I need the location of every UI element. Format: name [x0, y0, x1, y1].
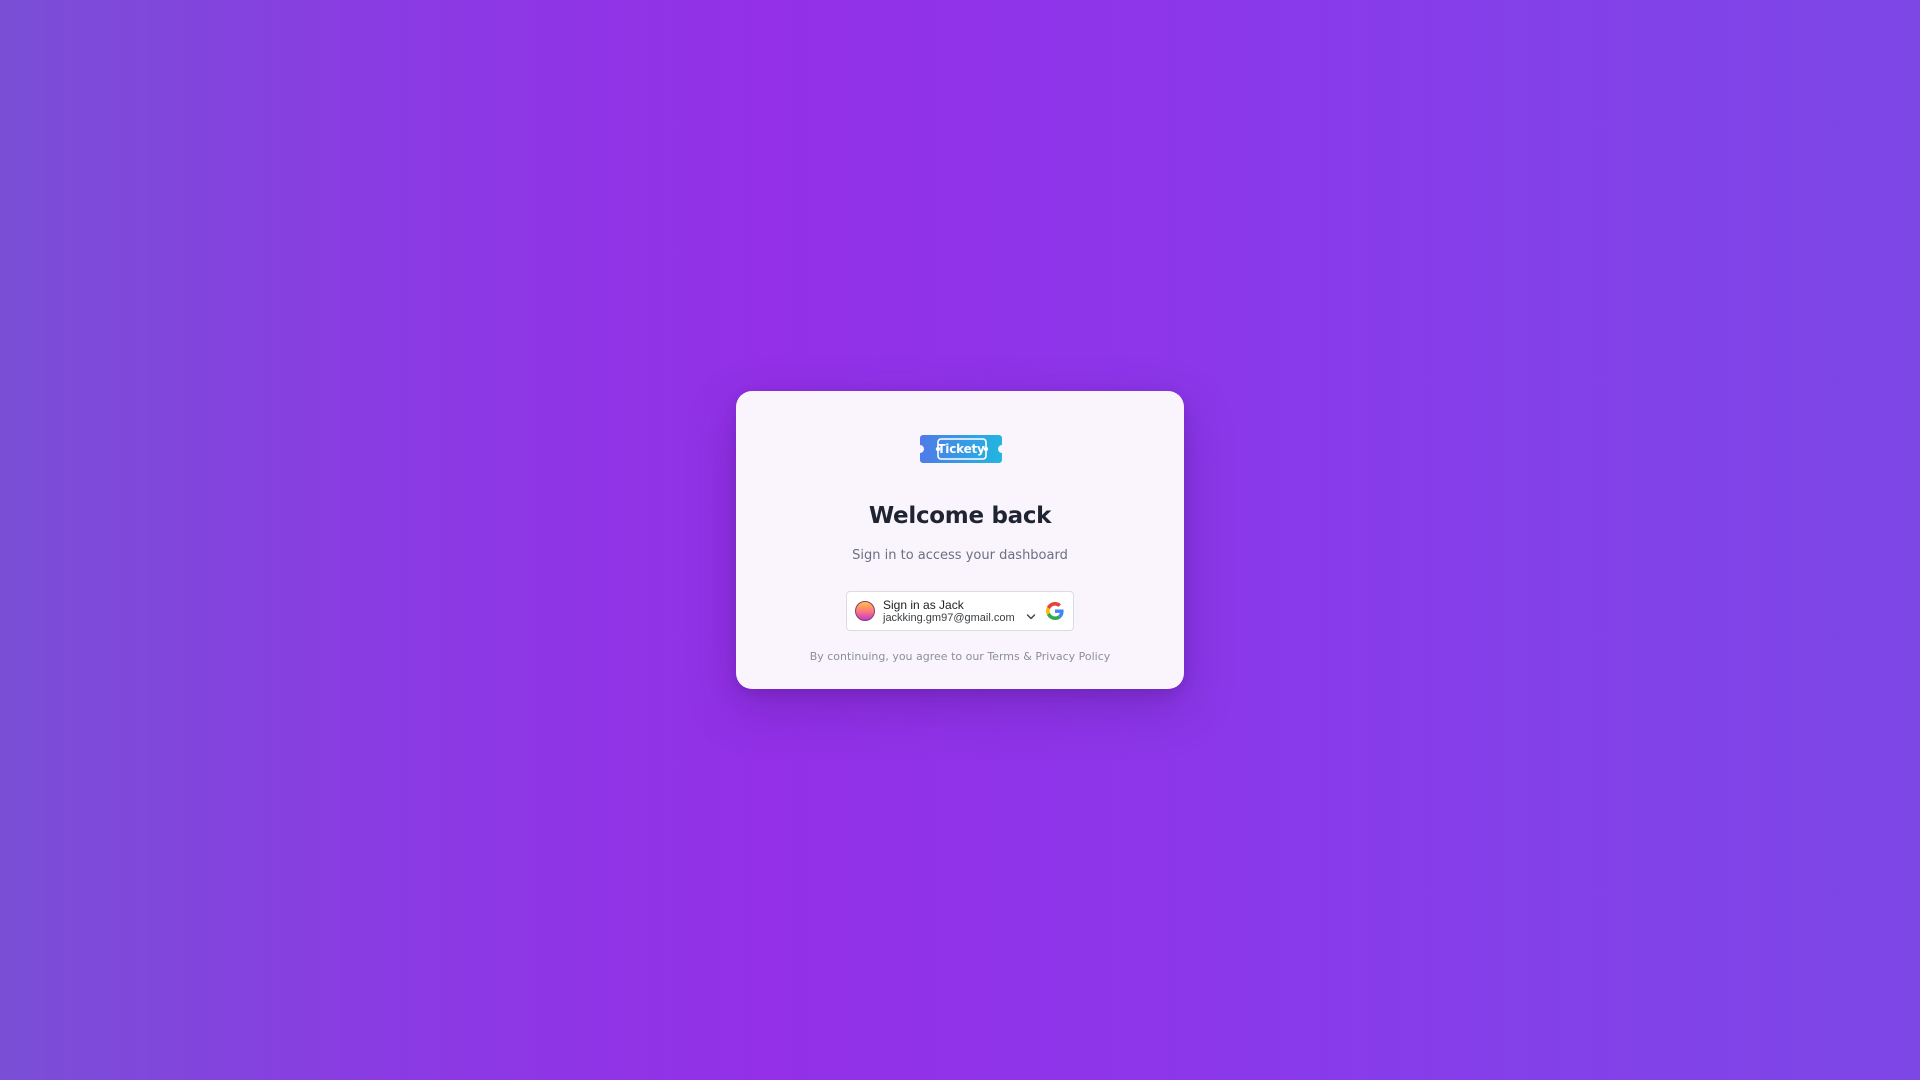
terms-link[interactable]: Terms	[987, 650, 1019, 663]
legal-separator: &	[1019, 650, 1036, 663]
privacy-policy-link[interactable]: Privacy Policy	[1035, 650, 1110, 663]
page-subtitle: Sign in to access your dashboard	[852, 548, 1068, 563]
page-title: Welcome back	[868, 503, 1052, 529]
google-icon	[1046, 602, 1064, 620]
legal-notice: By continuing, you agree to our Terms & …	[736, 650, 1184, 663]
login-card: Tickety Welcome back Sign in to access y…	[736, 391, 1184, 689]
logo-text: Tickety	[937, 442, 985, 456]
tickety-logo: Tickety	[919, 434, 1003, 466]
legal-prefix: By continuing, you agree to our	[809, 650, 988, 663]
signin-account-label: Sign in as Jack	[883, 598, 964, 612]
signin-account-email: jackking.gm97@gmail.com	[883, 612, 1015, 624]
avatar-icon	[855, 601, 875, 621]
chevron-down-icon[interactable]	[1026, 613, 1036, 621]
google-signin-button[interactable]: Sign in as Jack jackking.gm97@gmail.com	[846, 591, 1074, 631]
